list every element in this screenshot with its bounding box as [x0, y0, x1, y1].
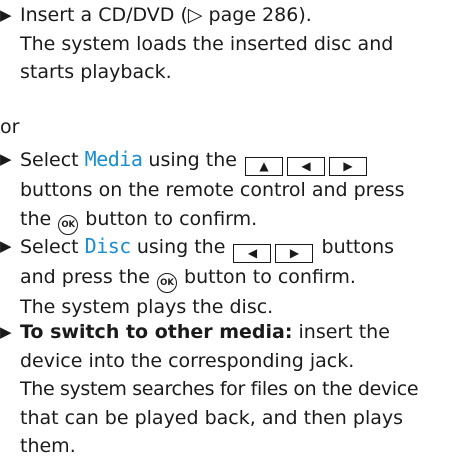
bullet-icon: ▶: [0, 237, 12, 255]
step-result: starts playback.: [20, 61, 172, 83]
step-instruction: To switch to other media: insert the: [20, 321, 390, 343]
bullet-icon: ▶: [0, 6, 12, 24]
ok-button-icon: OK: [157, 273, 177, 294]
step-instruction: Select Media using the ▲ ◀ ▶: [20, 145, 460, 176]
bullet-icon: ▶: [0, 323, 12, 341]
right-arrow-key-icon: ▶: [329, 157, 368, 176]
left-arrow-key-icon: ◀: [287, 157, 326, 176]
remote-arrow-keys: ◀ ▶: [233, 244, 314, 263]
step-result: The system searches for files on the dev…: [20, 378, 419, 400]
menu-term-media: Media: [84, 147, 143, 171]
remote-arrow-keys: ▲ ◀ ▶: [245, 157, 368, 176]
step-heading: To switch to other media:: [20, 321, 293, 343]
step-select-disc: ▶ Select Disc using the ◀ ▶ buttons and …: [0, 232, 460, 322]
step-select-media: ▶ Select Media using the ▲ ◀ ▶ buttons o…: [0, 145, 460, 235]
right-arrow-key-icon: ▶: [275, 244, 314, 263]
bullet-icon: ▶: [0, 150, 12, 168]
step-insert-disc: ▶ Insert a CD/DVD (▷ page 286). The syst…: [0, 1, 460, 87]
step-result: The system loads the inserted disc and: [20, 32, 394, 55]
step-result: them.: [20, 435, 76, 457]
left-arrow-key-icon: ◀: [233, 244, 272, 263]
step-instruction: and press the OK button to confirm.: [20, 263, 460, 294]
step-instruction: Insert a CD/DVD (▷ page 286).: [20, 4, 312, 26]
step-switch-media: ▶ To switch to other media: insert the d…: [0, 318, 460, 461]
step-instruction: Select Disc using the ◀ ▶ buttons: [20, 232, 460, 263]
step-instruction: buttons on the remote control and press: [20, 179, 405, 201]
up-arrow-key-icon: ▲: [245, 157, 284, 176]
step-result: that can be played back, and then plays: [20, 406, 404, 429]
step-instruction: device into the corresponding jack.: [20, 349, 355, 372]
step-instruction: the OK button to confirm.: [20, 205, 460, 235]
or-separator: or: [0, 116, 20, 138]
menu-term-disc: Disc: [84, 234, 132, 258]
manual-page: ▶ Insert a CD/DVD (▷ page 286). The syst…: [0, 0, 464, 465]
page-reference-link[interactable]: ▷ page 286: [188, 4, 298, 26]
